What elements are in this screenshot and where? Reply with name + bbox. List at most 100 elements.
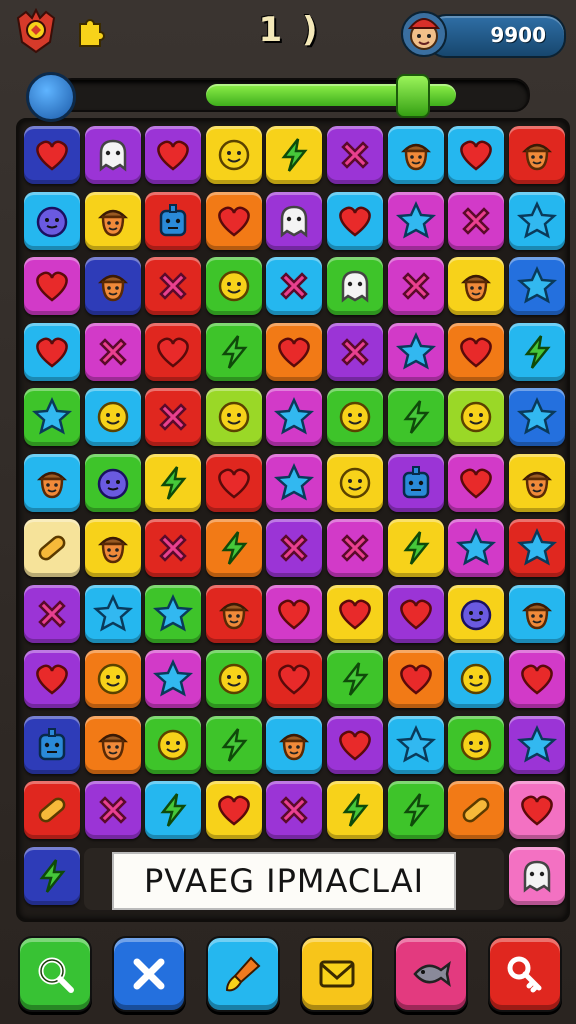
board-tile[interactable]	[145, 322, 202, 381]
board-tile[interactable]	[24, 191, 80, 250]
board-tile[interactable]	[508, 322, 565, 381]
board-tile[interactable]	[24, 715, 80, 774]
board-tile[interactable]	[327, 584, 383, 643]
board-tile[interactable]	[266, 519, 323, 577]
board-tile[interactable]	[327, 126, 383, 184]
board-tile[interactable]	[205, 322, 262, 381]
board-tile[interactable]	[145, 388, 202, 446]
board-tile[interactable]	[24, 846, 80, 905]
board-tile[interactable]	[145, 191, 202, 250]
board-tile[interactable]	[387, 584, 444, 643]
board-tile[interactable]	[205, 519, 262, 577]
board-tile[interactable]	[266, 715, 323, 774]
board-tile[interactable]	[448, 650, 505, 708]
puzzle-piece-icon[interactable]	[74, 16, 106, 50]
board-tile[interactable]	[508, 453, 565, 512]
board-tile[interactable]	[327, 781, 383, 839]
board-tile[interactable]	[508, 846, 565, 905]
board-tile[interactable]	[24, 322, 80, 381]
board-tile[interactable]	[84, 191, 141, 250]
board-tile[interactable]	[508, 388, 565, 446]
board-tile[interactable]	[266, 453, 323, 512]
board-tile[interactable]	[448, 388, 505, 446]
board-tile[interactable]	[205, 191, 262, 250]
board-tile[interactable]	[508, 519, 565, 577]
board-tile[interactable]	[145, 519, 202, 577]
board-tile[interactable]	[327, 191, 383, 250]
board-tile[interactable]	[145, 453, 202, 512]
board-tile[interactable]	[205, 781, 262, 839]
board-tile[interactable]	[266, 191, 323, 250]
board-tile[interactable]	[24, 650, 80, 708]
board-tile[interactable]	[205, 257, 262, 315]
board-tile[interactable]	[508, 781, 565, 839]
board-tile[interactable]	[205, 584, 262, 643]
player-avatar[interactable]	[398, 6, 450, 60]
key-booster-button[interactable]	[488, 936, 562, 1012]
board-tile[interactable]	[448, 781, 505, 839]
zoom-booster-button[interactable]	[18, 936, 92, 1012]
shuffle-booster-button[interactable]	[112, 936, 186, 1012]
board-tile[interactable]	[24, 126, 80, 184]
board-tile[interactable]	[508, 715, 565, 774]
board-tile[interactable]	[266, 584, 323, 643]
board-tile[interactable]	[24, 257, 80, 315]
board-tile[interactable]	[84, 650, 141, 708]
board-tile[interactable]	[387, 781, 444, 839]
board-tile[interactable]	[387, 257, 444, 315]
board-tile[interactable]	[387, 650, 444, 708]
board-tile[interactable]	[84, 126, 141, 184]
board-tile[interactable]	[84, 715, 141, 774]
board-tile[interactable]	[508, 584, 565, 643]
board-tile[interactable]	[266, 126, 323, 184]
board-tile[interactable]	[205, 650, 262, 708]
brush-booster-button[interactable]	[206, 936, 280, 1012]
board-tile[interactable]	[24, 584, 80, 643]
board-tile[interactable]	[327, 715, 383, 774]
board-tile[interactable]	[24, 388, 80, 446]
board-tile[interactable]	[84, 584, 141, 643]
board-tile[interactable]	[508, 257, 565, 315]
board-tile[interactable]	[84, 781, 141, 839]
board-tile[interactable]	[24, 453, 80, 512]
board-tile[interactable]	[266, 257, 323, 315]
board-tile[interactable]	[145, 781, 202, 839]
board-tile[interactable]	[387, 453, 444, 512]
board-tile[interactable]	[145, 126, 202, 184]
board-tile[interactable]	[266, 781, 323, 839]
envelope-booster-button[interactable]	[300, 936, 374, 1012]
board-tile[interactable]	[448, 519, 505, 577]
board-tile[interactable]	[84, 388, 141, 446]
board-tile[interactable]	[205, 126, 262, 184]
board-tile[interactable]	[24, 781, 80, 839]
board-tile[interactable]	[508, 650, 565, 708]
board-tile[interactable]	[327, 519, 383, 577]
board-tile[interactable]	[24, 519, 80, 577]
board-tile[interactable]	[448, 715, 505, 774]
board-tile[interactable]	[145, 715, 202, 774]
board-tile[interactable]	[508, 191, 565, 250]
board-tile[interactable]	[327, 322, 383, 381]
board-tile[interactable]	[327, 650, 383, 708]
board-tile[interactable]	[387, 388, 444, 446]
board-tile[interactable]	[84, 519, 141, 577]
board-tile[interactable]	[145, 257, 202, 315]
board-tile[interactable]	[266, 650, 323, 708]
board-tile[interactable]	[205, 453, 262, 512]
crest-icon[interactable]	[14, 8, 58, 54]
board-tile[interactable]	[387, 322, 444, 381]
board-tile[interactable]	[448, 453, 505, 512]
board-tile[interactable]	[448, 257, 505, 315]
board-tile[interactable]	[266, 388, 323, 446]
board-tile[interactable]	[387, 191, 444, 250]
fish-booster-button[interactable]	[394, 936, 468, 1012]
board-tile[interactable]	[327, 388, 383, 446]
board-tile[interactable]	[387, 519, 444, 577]
board-tile[interactable]	[84, 322, 141, 381]
board-tile[interactable]	[387, 126, 444, 184]
board-tile[interactable]	[205, 715, 262, 774]
board-tile[interactable]	[266, 322, 323, 381]
board-tile[interactable]	[84, 257, 141, 315]
board-tile[interactable]	[448, 191, 505, 250]
board-tile[interactable]	[448, 584, 505, 643]
